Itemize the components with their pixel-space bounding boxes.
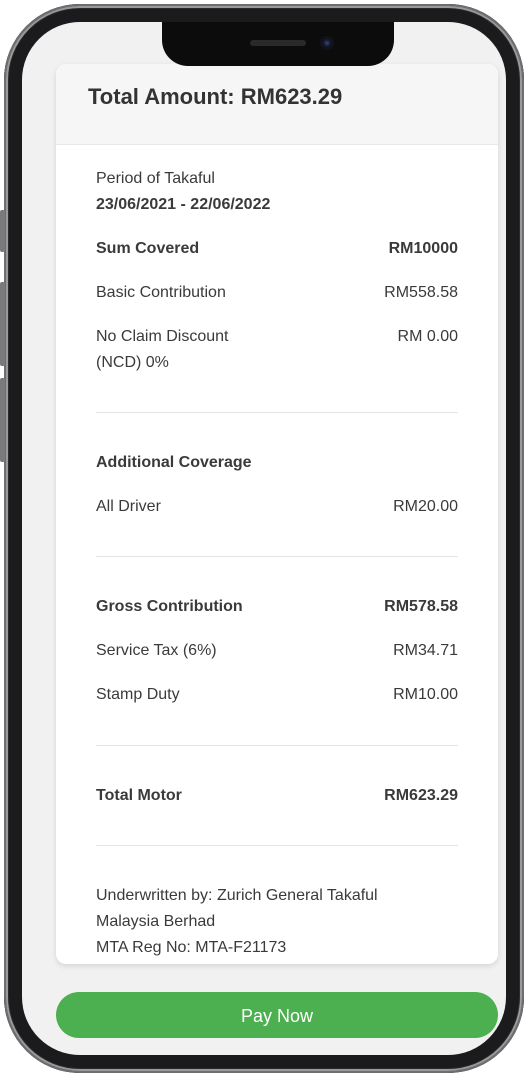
gross-contribution-value: RM578.58 bbox=[384, 598, 458, 615]
ncd-label-line2: (NCD) 0% bbox=[96, 354, 169, 371]
ncd-label-line1: No Claim Discount bbox=[96, 328, 229, 345]
volume-down-button bbox=[0, 378, 5, 462]
all-driver-label: All Driver bbox=[96, 498, 161, 515]
notch bbox=[162, 22, 394, 66]
front-camera bbox=[320, 36, 334, 50]
additional-coverage-title: Additional Coverage bbox=[96, 454, 252, 471]
mute-switch bbox=[0, 210, 5, 252]
service-tax-label: Service Tax (6%) bbox=[96, 642, 217, 659]
underwriter-line2: Malaysia Berhad bbox=[96, 913, 216, 930]
sum-covered-value: RM10000 bbox=[388, 240, 458, 257]
basic-contribution-value: RM558.58 bbox=[384, 284, 458, 301]
divider bbox=[96, 845, 458, 846]
ncd-value: RM 0.00 bbox=[397, 328, 458, 345]
basic-contribution-label: Basic Contribution bbox=[96, 284, 226, 301]
total-motor-label: Total Motor bbox=[96, 787, 182, 804]
mta-reg-no: MTA Reg No: MTA-F21173 bbox=[96, 939, 287, 956]
screen: Total Amount: RM623.29 Period of Takaful… bbox=[22, 22, 506, 1055]
volume-up-button bbox=[0, 282, 5, 366]
pay-now-button[interactable]: Pay Now bbox=[56, 992, 498, 1038]
sum-covered-label: Sum Covered bbox=[96, 240, 200, 257]
divider bbox=[96, 412, 458, 413]
period-label: Period of Takaful bbox=[96, 170, 215, 187]
phone-frame: Total Amount: RM623.29 Period of Takaful… bbox=[0, 4, 524, 1073]
card-header: Total Amount: RM623.29 bbox=[56, 64, 498, 145]
stamp-duty-value: RM10.00 bbox=[393, 686, 458, 703]
all-driver-value: RM20.00 bbox=[393, 498, 458, 515]
speaker bbox=[250, 40, 306, 46]
summary-card: Total Amount: RM623.29 Period of Takaful… bbox=[56, 64, 498, 964]
divider bbox=[96, 745, 458, 746]
underwriter-line1: Underwritten by: Zurich General Takaful bbox=[96, 887, 378, 904]
period-value: 23/06/2021 - 22/06/2022 bbox=[96, 196, 271, 213]
stamp-duty-label: Stamp Duty bbox=[96, 686, 180, 703]
total-motor-value: RM623.29 bbox=[384, 787, 458, 804]
gross-contribution-label: Gross Contribution bbox=[96, 598, 243, 615]
service-tax-value: RM34.71 bbox=[393, 642, 458, 659]
total-amount-title: Total Amount: RM623.29 bbox=[88, 84, 343, 109]
divider bbox=[96, 556, 458, 557]
